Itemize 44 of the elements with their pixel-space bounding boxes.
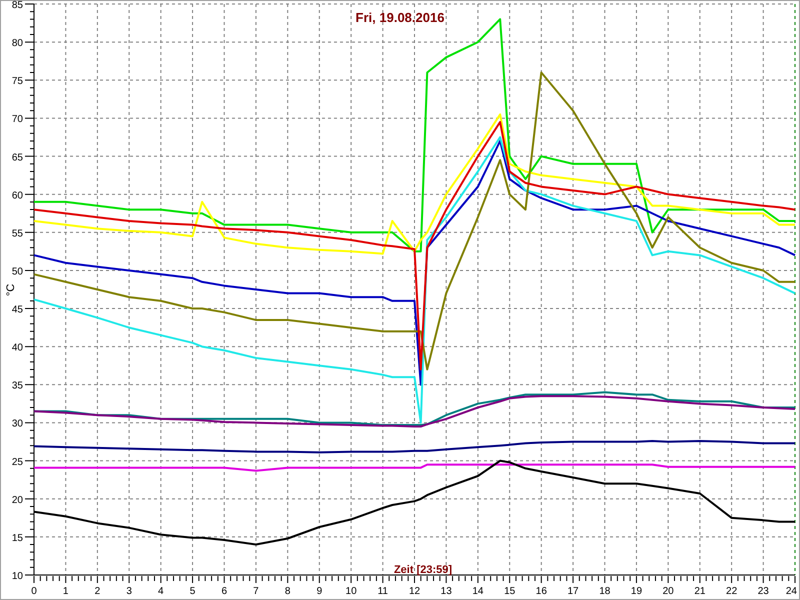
tick-label: 85: [12, 1, 23, 11]
tick-label: 50: [12, 266, 23, 278]
tick-label: 2: [94, 586, 100, 597]
tick-label: 75: [12, 76, 23, 88]
tick-label: 17: [567, 586, 579, 597]
tick-label: 23: [758, 586, 769, 597]
tick-label: 60: [12, 190, 23, 202]
tick-label: 22: [726, 586, 738, 597]
chart-title: Fri, 19.08.2016: [356, 10, 444, 25]
tick-label: 5: [190, 586, 196, 597]
tick-label: 16: [536, 586, 547, 597]
tick-label: 65: [12, 152, 23, 164]
tick-label: 45: [12, 304, 23, 316]
tick-label: 0: [31, 586, 37, 597]
tick-label: 10: [12, 571, 23, 582]
tick-label: 40: [12, 342, 23, 354]
tick-label: 7: [253, 586, 259, 597]
tick-label: 24: [786, 586, 797, 597]
tick-label: 14: [472, 586, 484, 597]
tick-label: 3: [126, 586, 132, 597]
tick-label: 21: [694, 586, 706, 597]
tick-label: 25: [12, 456, 23, 468]
tick-label: 30: [12, 418, 23, 430]
tick-label: 19: [630, 586, 642, 597]
tick-label: 20: [662, 586, 674, 597]
tick-label: 8: [284, 586, 290, 597]
tick-label: 55: [12, 228, 23, 240]
tick-label: 20: [12, 494, 23, 506]
tick-label: 9: [316, 586, 322, 597]
tick-label: 80: [12, 38, 23, 50]
tick-label: 15: [12, 532, 23, 544]
tick-label: 1: [62, 586, 68, 597]
tick-label: 70: [12, 114, 23, 126]
tick-label: 12: [408, 586, 420, 597]
tick-label: 18: [599, 586, 610, 597]
tick-label: 13: [440, 586, 452, 597]
tick-label: 15: [504, 586, 516, 597]
tick-label: 11: [378, 586, 388, 597]
axis-label: °C: [5, 284, 17, 296]
tick-label: 6: [221, 586, 228, 597]
tick-label: 4: [158, 586, 164, 597]
tick-label: 10: [346, 586, 357, 597]
axis-label: Zeit [23:59]: [394, 564, 452, 576]
tick-label: 35: [12, 380, 23, 392]
